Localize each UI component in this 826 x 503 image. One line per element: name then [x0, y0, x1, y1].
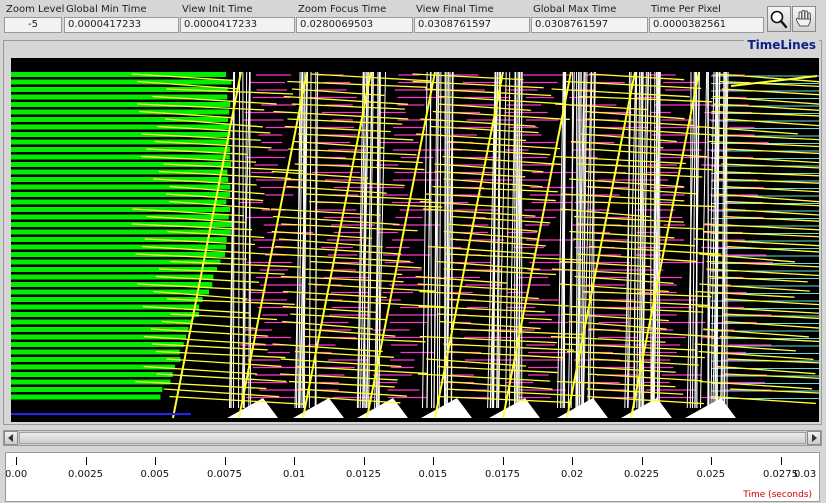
magnifier-icon: [770, 10, 788, 29]
state-bar: [11, 244, 226, 250]
zoom-level-label: Zoom Level: [6, 4, 65, 15]
state-bar: [11, 394, 161, 400]
event-line: [726, 71, 728, 409]
state-bar: [11, 132, 231, 137]
global-max-time-field: Global Max Time 0.0308761597: [531, 3, 648, 35]
global-min-time-label: Global Min Time: [66, 4, 147, 15]
time-axis-tick: [155, 457, 156, 465]
time-axis-tick-label: 0.02: [561, 469, 584, 480]
view-init-time-label: View Init Time: [182, 4, 253, 15]
time-per-pixel-label: Time Per Pixel: [651, 4, 721, 15]
time-axis-tick: [85, 457, 87, 465]
state-bar: [11, 72, 227, 77]
time-per-pixel-value[interactable]: 0.0000382561: [649, 17, 764, 33]
view-init-time-value[interactable]: 0.0000417233: [180, 17, 295, 33]
state-bar: [11, 222, 232, 227]
time-axis-tick-label: 0.0175: [485, 469, 520, 480]
global-min-time-field: Global Min Time 0.0000417233: [64, 3, 179, 35]
state-bar: [11, 372, 173, 377]
view-final-time-label: View Final Time: [416, 4, 494, 15]
time-axis-tick: [294, 457, 295, 465]
state-bar: [11, 109, 230, 115]
header-bar: Zoom Level -5 Global Min Time 0.00004172…: [0, 3, 826, 35]
global-max-time-label: Global Max Time: [533, 4, 617, 15]
time-axis-tick-label: 0.03: [794, 469, 817, 480]
scroll-right-button[interactable]: [807, 431, 821, 445]
timelines-canvas[interactable]: [11, 58, 819, 422]
time-axis-tick: [16, 457, 17, 465]
time-axis-tick-label: 0.025: [696, 469, 726, 480]
scroll-left-button[interactable]: [4, 431, 18, 445]
time-axis-tick-label: 0.0275: [763, 469, 798, 480]
time-axis-tick: [502, 457, 504, 465]
time-axis-tick: [572, 457, 573, 465]
state-bar: [11, 207, 231, 212]
state-bar: [11, 214, 229, 220]
zoom-tool-button[interactable]: [767, 6, 791, 32]
time-axis-tick: [363, 457, 365, 465]
state-bar: [11, 79, 232, 85]
scroll-thumb[interactable]: [19, 432, 806, 444]
hand-icon: [795, 10, 812, 27]
event-line: [242, 71, 244, 409]
time-axis-tick: [641, 457, 643, 465]
time-axis-tick-label: 0.015: [418, 469, 448, 480]
time-axis-tick-label: 0.0125: [346, 469, 381, 480]
global-max-time-value[interactable]: 0.0308761597: [531, 17, 648, 33]
timelines-panel: TimeLines: [3, 38, 822, 425]
state-bar: [11, 357, 181, 362]
zoom-focus-time-field: Zoom Focus Time 0.0280069503: [296, 3, 413, 35]
zoom-focus-time-label: Zoom Focus Time: [298, 4, 387, 15]
triangle-left-icon: [8, 434, 13, 442]
view-final-time-field: View Final Time 0.0308761597: [414, 3, 530, 35]
zoom-focus-time-value[interactable]: 0.0280069503: [296, 17, 413, 33]
tool-buttons: [767, 6, 817, 32]
time-axis: 0.00 0.0025 0.005 0.0075 0.01 0.0125 0.015 0.01…: [5, 452, 820, 502]
time-axis-tick: [224, 457, 226, 465]
zoom-level-field: Zoom Level -5: [4, 3, 65, 35]
time-axis-tick: [433, 457, 434, 465]
time-axis-tick: [780, 457, 782, 465]
view-final-time-value[interactable]: 0.0308761597: [414, 17, 530, 33]
time-per-pixel-field: Time Per Pixel 0.0000382561: [649, 3, 764, 35]
triangle-right-icon: [812, 434, 817, 442]
zoom-level-value[interactable]: -5: [4, 17, 62, 33]
view-init-time-field: View Init Time 0.0000417233: [180, 3, 295, 35]
time-axis-tick-label: 0.0075: [207, 469, 242, 480]
horizontal-scrollbar[interactable]: [3, 430, 822, 446]
time-axis-tick-label: 0.005: [140, 469, 170, 480]
global-min-time-value[interactable]: 0.0000417233: [64, 17, 179, 33]
state-bar: [11, 274, 214, 280]
event-line: [658, 71, 661, 409]
time-axis-tick-label: 0.00: [5, 469, 28, 480]
time-axis-tick-label: 0.0225: [624, 469, 659, 480]
panel-title: TimeLines: [744, 38, 819, 52]
state-bar: [11, 387, 163, 392]
time-axis-title: Time (seconds): [743, 490, 812, 500]
time-axis-tick-label: 0.0025: [68, 469, 103, 480]
state-bar: [11, 349, 180, 355]
time-axis-tick: [711, 457, 712, 465]
time-axis-tick-label: 0.01: [283, 469, 306, 480]
hand-tool-button[interactable]: [792, 6, 816, 32]
